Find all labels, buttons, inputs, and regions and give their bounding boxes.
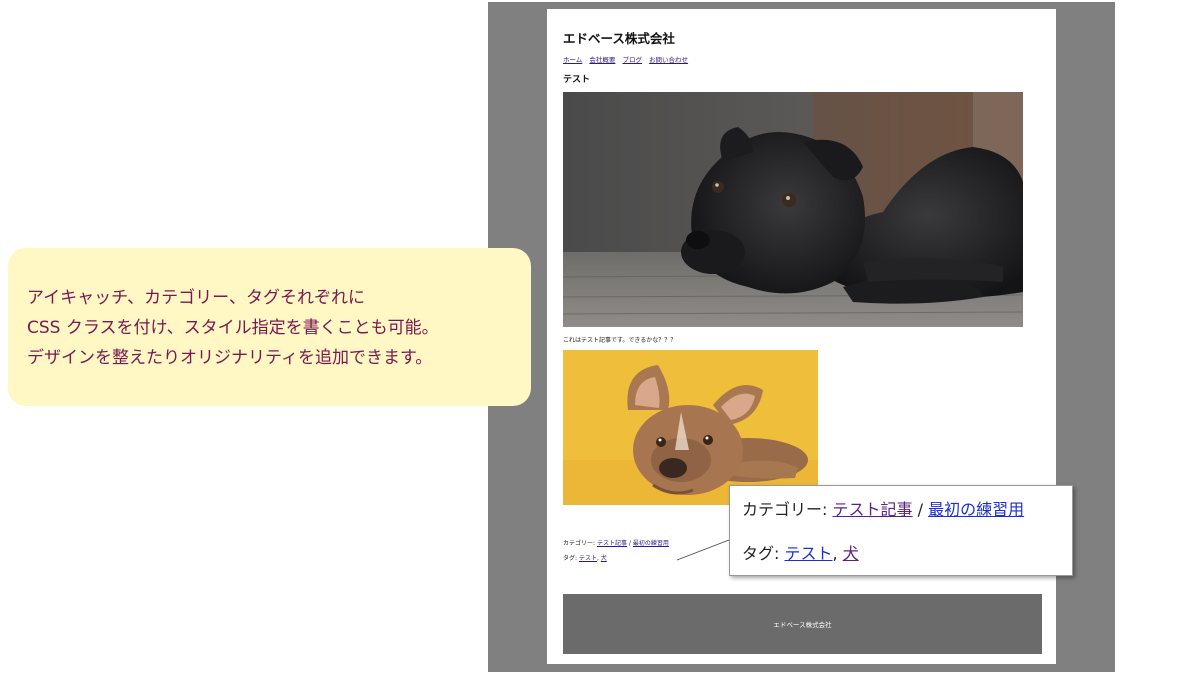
zoomed-tag-separator: , [832, 544, 843, 563]
zoomed-category-separator: / [912, 500, 929, 519]
zoomed-tags: タグ: テスト, 犬 [742, 540, 859, 564]
zoomed-tag-label: タグ: [742, 544, 780, 563]
zoomed-category-label: カテゴリー: [742, 500, 828, 519]
zoomed-tag-link-dog[interactable]: 犬 [843, 544, 859, 563]
zoomed-meta-box: カテゴリー: テスト記事 / 最初の練習用 タグ: テスト, 犬 [729, 485, 1073, 576]
zoomed-categories: カテゴリー: テスト記事 / 最初の練習用 [742, 496, 1024, 520]
zoomed-category-link-test-article[interactable]: テスト記事 [833, 500, 913, 519]
zoomed-tag-link-test[interactable]: テスト [785, 544, 833, 563]
zoomed-category-link-first-practice[interactable]: 最初の練習用 [928, 500, 1024, 519]
